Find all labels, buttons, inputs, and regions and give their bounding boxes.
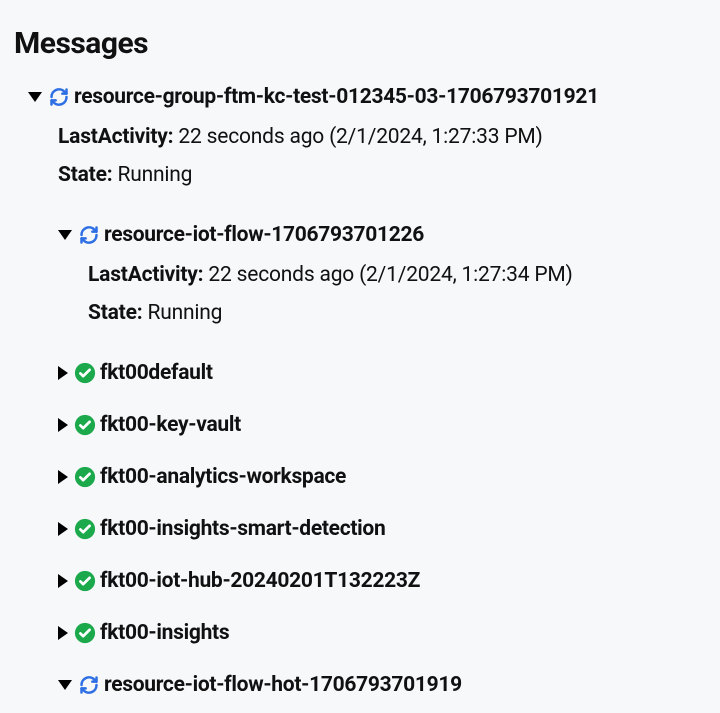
check-circle-icon: [74, 414, 96, 436]
state-label: State:: [88, 301, 142, 325]
root-lastactivity-value: 22 seconds ago (2/1/2024, 1:27:33 PM): [178, 125, 542, 149]
nested-state-value: Running: [147, 301, 222, 325]
nested-lastactivity-value: 22 seconds ago (2/1/2024, 1:27:34 PM): [208, 263, 572, 287]
item-row[interactable]: fkt00-key-vault: [58, 411, 706, 439]
item-node: fkt00-insights: [58, 619, 706, 647]
item-node: fkt00-iot-hub-20240201T132223Z: [58, 567, 706, 595]
nested-lastactivity-line: LastActivity: 22 seconds ago (2/1/2024, …: [88, 263, 706, 287]
chevron-right-icon: [58, 574, 68, 588]
nested-node-label: resource-iot-flow-1706793701226: [104, 223, 424, 247]
chevron-right-icon: [58, 626, 68, 640]
item-row[interactable]: fkt00-analytics-workspace: [58, 463, 706, 491]
item-row[interactable]: fkt00-iot-hub-20240201T132223Z: [58, 567, 706, 595]
page-title: Messages: [14, 26, 706, 61]
item-label: fkt00-insights: [100, 621, 229, 645]
item-node: fkt00-key-vault: [58, 411, 706, 439]
tree-root-node: resource-group-ftm-kc-test-012345-03-170…: [28, 83, 706, 699]
nested-node-row[interactable]: resource-iot-flow-1706793701226: [58, 221, 706, 249]
item-label: fkt00default: [100, 361, 213, 385]
item-row[interactable]: fkt00-insights: [58, 619, 706, 647]
last-node-label: resource-iot-flow-hot-1706793701919: [104, 673, 462, 697]
lastactivity-label: LastActivity:: [88, 263, 203, 287]
nested-children: LastActivity: 22 seconds ago (2/1/2024, …: [58, 263, 706, 325]
refresh-icon: [78, 674, 100, 696]
refresh-icon: [78, 224, 100, 246]
check-circle-icon: [74, 622, 96, 644]
root-node-row[interactable]: resource-group-ftm-kc-test-012345-03-170…: [28, 83, 706, 111]
chevron-down-icon: [28, 92, 42, 102]
item-node: fkt00-analytics-workspace: [58, 463, 706, 491]
item-label: fkt00-iot-hub-20240201T132223Z: [100, 569, 420, 593]
item-node: fkt00default: [58, 359, 706, 387]
nested-node: resource-iot-flow-1706793701226 LastActi…: [58, 221, 706, 325]
check-circle-icon: [74, 570, 96, 592]
check-circle-icon: [74, 466, 96, 488]
item-label: fkt00-insights-smart-detection: [100, 517, 385, 541]
chevron-down-icon: [58, 230, 72, 240]
nested-state-line: State: Running: [88, 301, 706, 325]
root-children: LastActivity: 22 seconds ago (2/1/2024, …: [28, 125, 706, 699]
chevron-right-icon: [58, 366, 68, 380]
item-row[interactable]: fkt00default: [58, 359, 706, 387]
item-label: fkt00-key-vault: [100, 413, 241, 437]
last-node-row[interactable]: resource-iot-flow-hot-1706793701919: [58, 671, 706, 699]
item-node: fkt00-insights-smart-detection: [58, 515, 706, 543]
root-state-value: Running: [117, 163, 192, 187]
item-row[interactable]: fkt00-insights-smart-detection: [58, 515, 706, 543]
root-state-line: State: Running: [58, 163, 706, 187]
item-label: fkt00-analytics-workspace: [100, 465, 346, 489]
chevron-right-icon: [58, 470, 68, 484]
last-node: resource-iot-flow-hot-1706793701919: [58, 671, 706, 699]
refresh-icon: [48, 86, 70, 108]
chevron-down-icon: [58, 680, 72, 690]
root-lastactivity-line: LastActivity: 22 seconds ago (2/1/2024, …: [58, 125, 706, 149]
state-label: State:: [58, 163, 112, 187]
lastactivity-label: LastActivity:: [58, 125, 173, 149]
root-node-label: resource-group-ftm-kc-test-012345-03-170…: [74, 85, 599, 109]
chevron-right-icon: [58, 522, 68, 536]
check-circle-icon: [74, 362, 96, 384]
chevron-right-icon: [58, 418, 68, 432]
check-circle-icon: [74, 518, 96, 540]
